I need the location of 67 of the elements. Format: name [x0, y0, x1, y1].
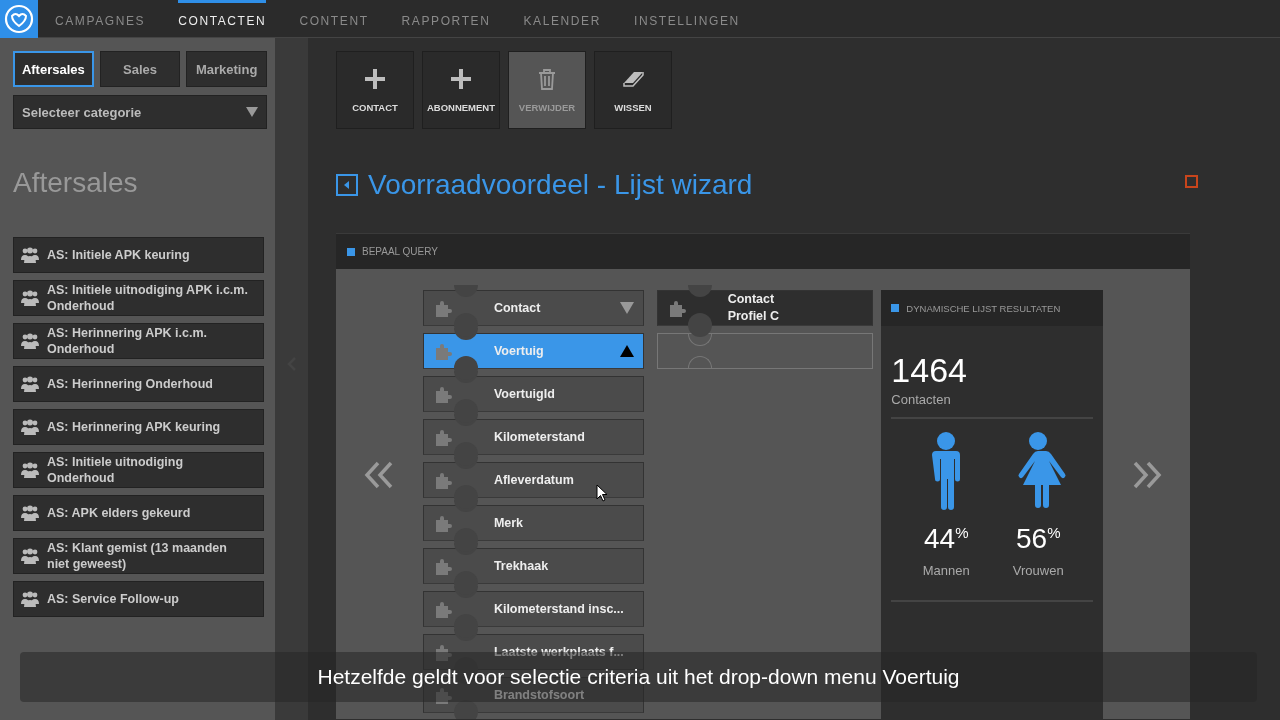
double-chevron-left-icon[interactable] — [364, 459, 395, 490]
category-tab[interactable]: Sales — [99, 51, 181, 87]
people-icon — [20, 289, 40, 307]
app-logo[interactable] — [0, 0, 38, 38]
puzzle-piece-icon — [433, 686, 452, 704]
caret-left-icon — [342, 180, 352, 190]
people-icon — [20, 590, 40, 608]
nav-tab[interactable]: CONTENT — [299, 0, 369, 38]
empty-drop-slot[interactable] — [656, 333, 874, 369]
puzzle-piece-icon — [433, 600, 452, 618]
toolbar-button[interactable]: ABONNEMENT — [422, 51, 500, 129]
square-icon — [347, 247, 355, 256]
plus-icon — [364, 67, 386, 90]
toolbar-button[interactable]: WISSEN — [594, 51, 672, 129]
results-title: DYNAMISCHE LIJST RESULTATEN — [906, 302, 1061, 314]
nav-tab[interactable]: INSTELLINGEN — [633, 0, 740, 38]
percentage: 44$^{%}$ — [923, 523, 969, 555]
campaign-list-item[interactable]: AS: Herinnering Onderhoud — [13, 366, 264, 402]
expand-caret-icon[interactable] — [619, 302, 634, 314]
back-button[interactable] — [336, 174, 358, 196]
campaign-list-item[interactable]: AS: Herinnering APK i.c.m. Onderhoud — [13, 323, 264, 359]
contact-count: 1464 — [891, 352, 968, 388]
campaign-list-item[interactable]: AS: Service Follow-up — [13, 581, 264, 617]
page-title: Voorraadvoordeel - Lijst wizard — [368, 169, 754, 201]
puzzle-piece-icon — [433, 557, 452, 575]
people-icon — [20, 246, 40, 264]
gender-label: Mannen — [922, 563, 970, 578]
percentage: 56$^{%}$ — [1015, 523, 1061, 555]
dropdown-caret-icon — [246, 107, 258, 117]
puzzle-piece-icon — [433, 643, 452, 661]
people-icon — [20, 332, 40, 350]
nav-tab[interactable]: RAPPORTEN — [401, 0, 491, 38]
sidebar-heading: Aftersales — [13, 167, 139, 200]
people-icon — [20, 418, 40, 436]
count-label: Contacten — [891, 392, 952, 407]
square-icon — [891, 304, 900, 312]
gender-label: Vrouwen — [1012, 563, 1064, 578]
people-icon — [20, 547, 40, 565]
nav-tab[interactable]: KALENDER — [523, 0, 601, 38]
people-icon — [20, 375, 40, 393]
category-tab[interactable]: Aftersales — [13, 51, 94, 87]
puzzle-piece-icon — [433, 514, 452, 532]
campaign-list-item[interactable]: AS: Initiele APK keuring — [13, 237, 264, 273]
plus-icon — [450, 67, 472, 90]
puzzle-piece-icon — [433, 342, 452, 360]
puzzle-piece-icon — [433, 385, 452, 403]
people-icon — [20, 504, 40, 522]
category-tab[interactable]: Marketing — [186, 51, 267, 87]
campaign-list-item[interactable]: AS: Initiele uitnodiging APK i.c.m. Onderhoud — [13, 280, 264, 316]
cursor-icon — [596, 484, 608, 502]
campaign-list-item[interactable]: AS: Initiele uitnodiging Onderhoud — [13, 452, 264, 488]
campaign-list-item[interactable]: AS: APK elders gekeurd — [13, 495, 264, 531]
puzzle-piece-icon — [667, 299, 686, 317]
trash-icon — [536, 67, 558, 90]
puzzle-piece-icon — [433, 299, 452, 317]
collapse-caret-icon[interactable] — [619, 345, 634, 357]
puzzle-piece-icon — [433, 471, 452, 489]
double-chevron-right-icon[interactable] — [1131, 459, 1162, 490]
campaign-list-item[interactable]: AS: Herinnering APK keuring — [13, 409, 264, 445]
toolbar-button[interactable]: CONTACT — [336, 51, 414, 129]
campaign-list-item[interactable]: AS: Klant gemist (13 maanden niet geweest) — [13, 538, 264, 574]
people-icon — [20, 461, 40, 479]
square-icon[interactable] — [1185, 174, 1198, 188]
category-select[interactable]: Selecteer categorie — [13, 95, 267, 129]
puzzle-piece-icon — [433, 428, 452, 446]
nav-tab[interactable]: CAMPAGNES — [55, 0, 146, 38]
panel-title: BEPAAL QUERY — [362, 246, 438, 257]
